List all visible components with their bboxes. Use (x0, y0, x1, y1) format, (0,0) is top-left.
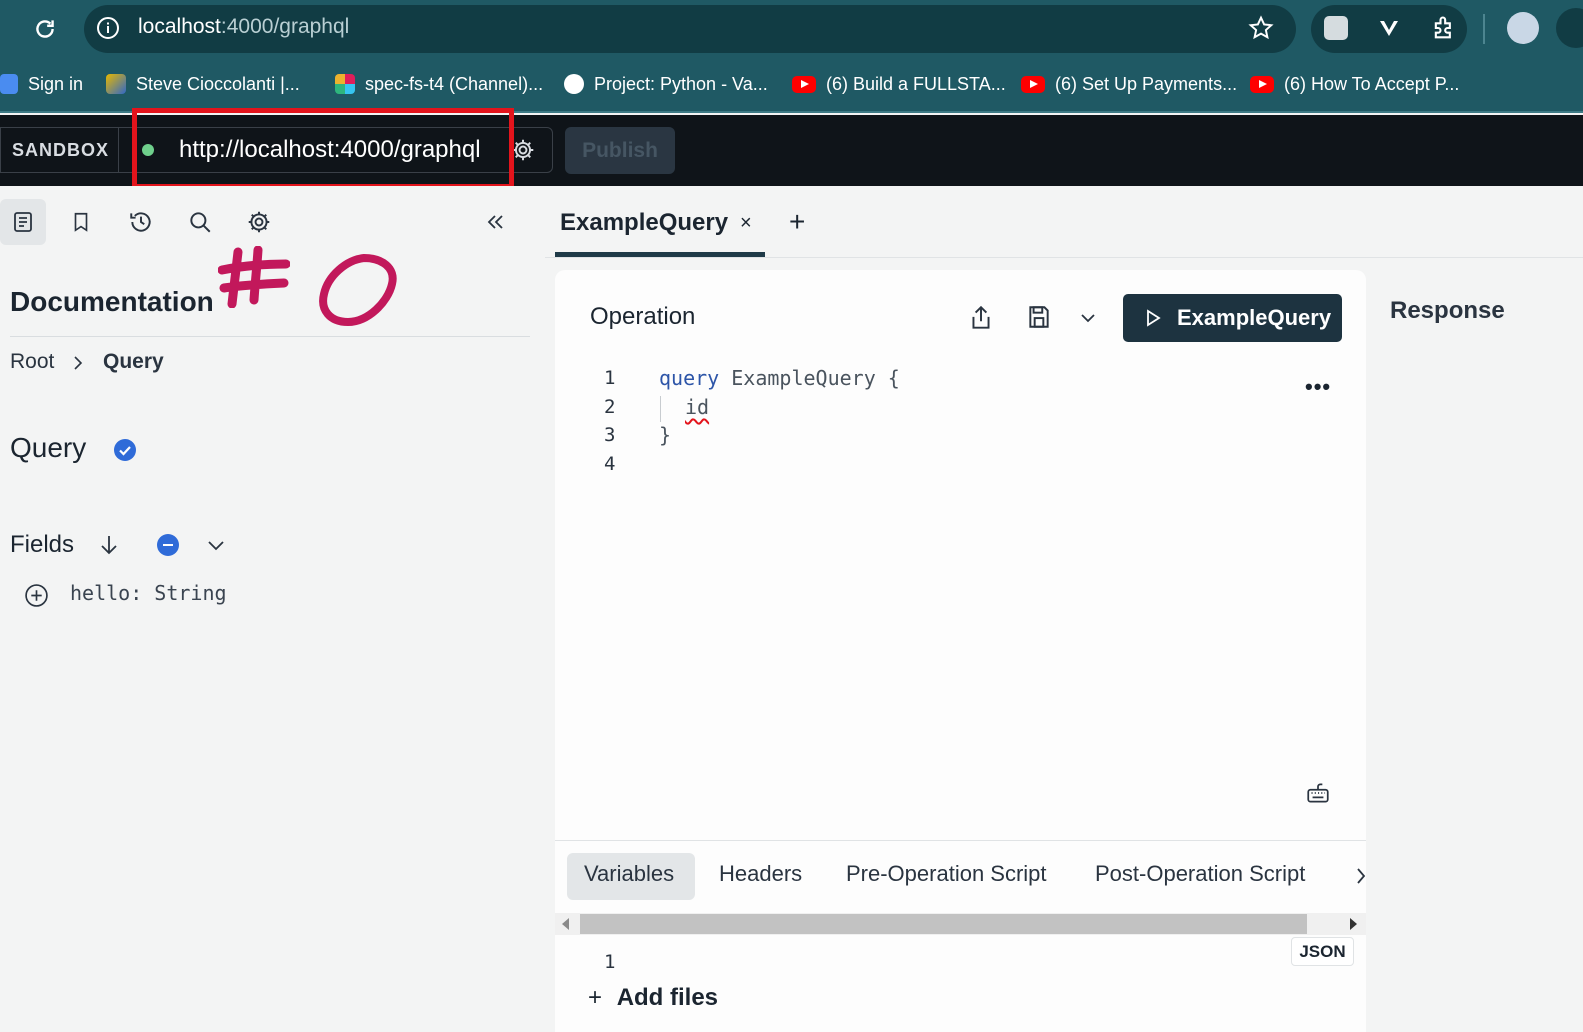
bookmark-label: Sign in (28, 73, 84, 94)
chevron-right-icon[interactable] (1356, 866, 1366, 886)
sandbox-label: SANDBOX (0, 127, 118, 173)
youtube-icon (1250, 75, 1274, 93)
bookmark-youtube-3[interactable]: (6) How To Accept P... (1250, 71, 1459, 97)
globe-icon (564, 74, 584, 94)
tab-variables[interactable]: Variables (584, 861, 674, 887)
bookmark-project[interactable]: Project: Python - Va... (564, 71, 768, 97)
publish-button[interactable]: Publish (565, 127, 675, 174)
add-files-label: Add files (616, 984, 719, 1011)
documentation-title: Documentation (10, 286, 214, 317)
youtube-icon (792, 75, 816, 93)
tab-headers[interactable]: Headers (719, 861, 802, 887)
plus-icon: + (588, 984, 603, 1011)
star-icon[interactable] (1248, 15, 1274, 41)
code-line[interactable]: query ExampleQuery { (659, 366, 900, 390)
field-type[interactable]: String (154, 581, 226, 605)
scrollbar-thumb[interactable] (580, 914, 1307, 934)
bookmark-label: (6) Build a FULLSTA... (826, 73, 1006, 94)
bookmark-youtube-1[interactable]: (6) Build a FULLSTA... (792, 71, 1006, 97)
type-title: Query (10, 432, 87, 463)
keyboard-icon[interactable] (1305, 780, 1331, 806)
chevron-right-icon (70, 355, 86, 371)
line-number: 2 (604, 396, 616, 418)
indent-guide (660, 396, 661, 422)
line-number: 4 (604, 453, 616, 475)
operation-title: Operation (590, 303, 696, 330)
field-row[interactable]: hello: String (70, 581, 227, 605)
divider (545, 257, 1583, 258)
field-name: hello: (70, 581, 143, 605)
extension-icon[interactable] (1430, 14, 1458, 42)
save-icon[interactable] (1026, 304, 1052, 330)
breadcrumb-root[interactable]: Root (10, 350, 54, 374)
divider (555, 840, 1366, 841)
tab-post-operation-script[interactable]: Post-Operation Script (1095, 861, 1305, 887)
bookmark-label: (6) Set Up Payments... (1055, 73, 1238, 94)
code-text: ExampleQuery { (719, 366, 900, 390)
code-field-error: id (685, 395, 710, 419)
bookmark-steve[interactable]: Steve Cioccolanti |... (106, 71, 300, 97)
add-tab-button[interactable]: + (789, 206, 805, 238)
address-bar-url[interactable]: localhost:4000/graphql (138, 15, 349, 39)
bookmark-youtube-2[interactable]: (6) Set Up Payments... (1021, 71, 1237, 97)
divider (10, 336, 530, 337)
more-options-icon[interactable]: ••• (1305, 374, 1331, 400)
bookmark-slack[interactable]: spec-fs-t4 (Channel)... (335, 71, 543, 97)
bookmark-label: Steve Cioccolanti |... (136, 73, 300, 94)
chevron-down-icon[interactable] (204, 533, 228, 557)
arrow-down-icon[interactable] (97, 533, 121, 557)
play-icon (1147, 309, 1161, 327)
gear-icon[interactable] (242, 205, 276, 239)
code-keyword: query (659, 366, 720, 390)
close-icon[interactable]: × (740, 212, 752, 235)
tab-example-query[interactable]: ExampleQuery (560, 209, 728, 237)
code-line[interactable]: id (685, 395, 709, 419)
docs-tab-button[interactable] (0, 199, 46, 245)
profile-avatar[interactable] (1507, 12, 1539, 44)
extension-icon[interactable] (1324, 16, 1348, 40)
line-number: 1 (604, 951, 616, 973)
json-format-badge: JSON (1291, 937, 1354, 966)
bookmark-icon[interactable] (64, 205, 98, 239)
browser-toolbar: localhost:4000/graphql (0, 0, 1583, 58)
share-icon[interactable] (968, 304, 994, 332)
reload-icon[interactable] (32, 16, 58, 42)
docs-favicon (0, 74, 18, 94)
search-icon[interactable] (183, 205, 217, 239)
bookmark-label: (6) How To Accept P... (1284, 73, 1460, 94)
tab-pre-operation-script[interactable]: Pre-Operation Script (846, 861, 1047, 887)
run-query-label: ExampleQuery (1177, 305, 1332, 330)
chevron-down-icon[interactable] (1076, 306, 1100, 330)
breadcrumb-query: Query (103, 350, 164, 373)
response-title: Response (1390, 297, 1505, 324)
site-favicon (106, 74, 126, 94)
fields-heading: Fields (10, 531, 75, 558)
line-number: 3 (604, 424, 616, 446)
check-badge-icon (114, 439, 136, 461)
bookmark-label: spec-fs-t4 (Channel)... (365, 73, 544, 94)
collapse-all-icon[interactable] (157, 534, 179, 556)
history-icon[interactable] (124, 205, 158, 239)
divider (1483, 14, 1485, 44)
extension-icon[interactable] (1377, 16, 1401, 40)
plus-circle-icon[interactable] (24, 583, 49, 608)
handwritten-hash-annotation (218, 246, 290, 308)
code-line[interactable]: } (659, 423, 671, 447)
collapse-icon[interactable] (478, 205, 512, 239)
scroll-right-arrow[interactable] (1350, 918, 1357, 930)
bookmark-label: Project: Python - Va... (594, 73, 768, 94)
slack-icon (335, 74, 355, 94)
scroll-left-arrow[interactable] (562, 918, 569, 930)
run-query-button[interactable]: ExampleQuery (1123, 294, 1342, 342)
bookmark-sign-in[interactable]: Sign in (0, 71, 83, 97)
youtube-icon (1021, 75, 1045, 93)
highlight-annotation-box (132, 108, 514, 189)
handwritten-circle-annotation (316, 250, 402, 330)
add-files-button[interactable]: + Add files (588, 984, 718, 1012)
menu-button[interactable] (1556, 8, 1583, 48)
line-number: 1 (604, 367, 616, 389)
docs-icon (14, 212, 32, 232)
info-icon[interactable] (96, 16, 120, 40)
